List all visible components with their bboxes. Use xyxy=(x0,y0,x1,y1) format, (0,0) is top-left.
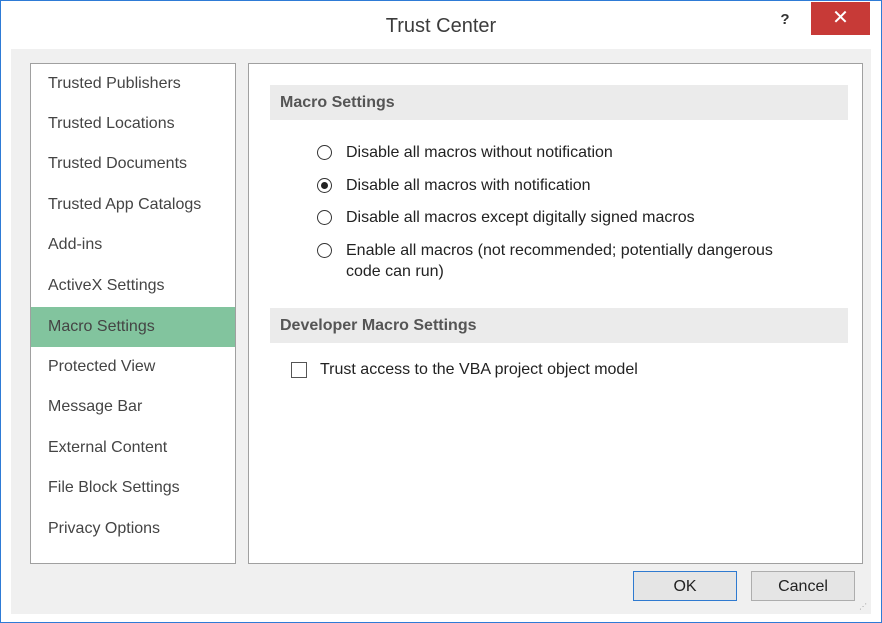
macro-settings-header: Macro Settings xyxy=(270,85,848,120)
nav-item-external-content[interactable]: External Content xyxy=(31,428,235,468)
nav-item-macro-settings[interactable]: Macro Settings xyxy=(31,307,235,347)
nav-item-trusted-app-catalogs[interactable]: Trusted App Catalogs xyxy=(31,185,235,225)
radio-button[interactable] xyxy=(317,243,332,258)
nav-item-trusted-locations[interactable]: Trusted Locations xyxy=(31,104,235,144)
help-button[interactable]: ? xyxy=(774,9,796,31)
close-icon: ✕ xyxy=(832,7,849,29)
radio-button[interactable] xyxy=(317,210,332,225)
close-button[interactable]: ✕ xyxy=(811,2,870,35)
title-bar: Trust Center ? ✕ xyxy=(1,1,881,49)
nav-item-add-ins[interactable]: Add-ins xyxy=(31,225,235,265)
settings-panel: Macro Settings Disable all macros withou… xyxy=(248,63,863,564)
radio-button[interactable] xyxy=(317,145,332,160)
ok-button[interactable]: OK xyxy=(633,571,737,601)
radio-button-checked[interactable] xyxy=(317,178,332,193)
window-title: Trust Center xyxy=(385,15,497,37)
nav-item-file-block-settings[interactable]: File Block Settings xyxy=(31,468,235,508)
radio-label-line2: code can run) xyxy=(346,263,444,280)
dialog-body: Trusted Publishers Trusted Locations Tru… xyxy=(11,49,871,614)
radio-label: Disable all macros without notification xyxy=(346,144,613,161)
checkbox[interactable] xyxy=(291,362,307,378)
nav-item-protected-view[interactable]: Protected View xyxy=(31,347,235,387)
resize-grip-icon[interactable]: ⋰ xyxy=(859,602,869,612)
nav-item-trusted-documents[interactable]: Trusted Documents xyxy=(31,144,235,184)
radio-label: Disable all macros except digitally sign… xyxy=(346,209,695,226)
nav-item-privacy-options[interactable]: Privacy Options xyxy=(31,509,235,549)
nav-item-activex-settings[interactable]: ActiveX Settings xyxy=(31,266,235,306)
developer-macro-settings-header: Developer Macro Settings xyxy=(270,308,848,343)
nav-item-message-bar[interactable]: Message Bar xyxy=(31,387,235,427)
radio-enable-all[interactable]: Enable all macros (not recommended; pote… xyxy=(317,240,837,284)
radio-label: Disable all macros with notification xyxy=(346,177,591,194)
checkbox-label: Trust access to the VBA project object m… xyxy=(320,361,638,378)
category-nav: Trusted Publishers Trusted Locations Tru… xyxy=(30,63,236,564)
cancel-button[interactable]: Cancel xyxy=(751,571,855,601)
nav-item-trusted-publishers[interactable]: Trusted Publishers xyxy=(31,64,235,104)
trust-center-dialog: Trust Center ? ✕ Trusted Publishers Trus… xyxy=(0,0,882,623)
radio-label-line1: Enable all macros (not recommended; pote… xyxy=(346,242,773,259)
